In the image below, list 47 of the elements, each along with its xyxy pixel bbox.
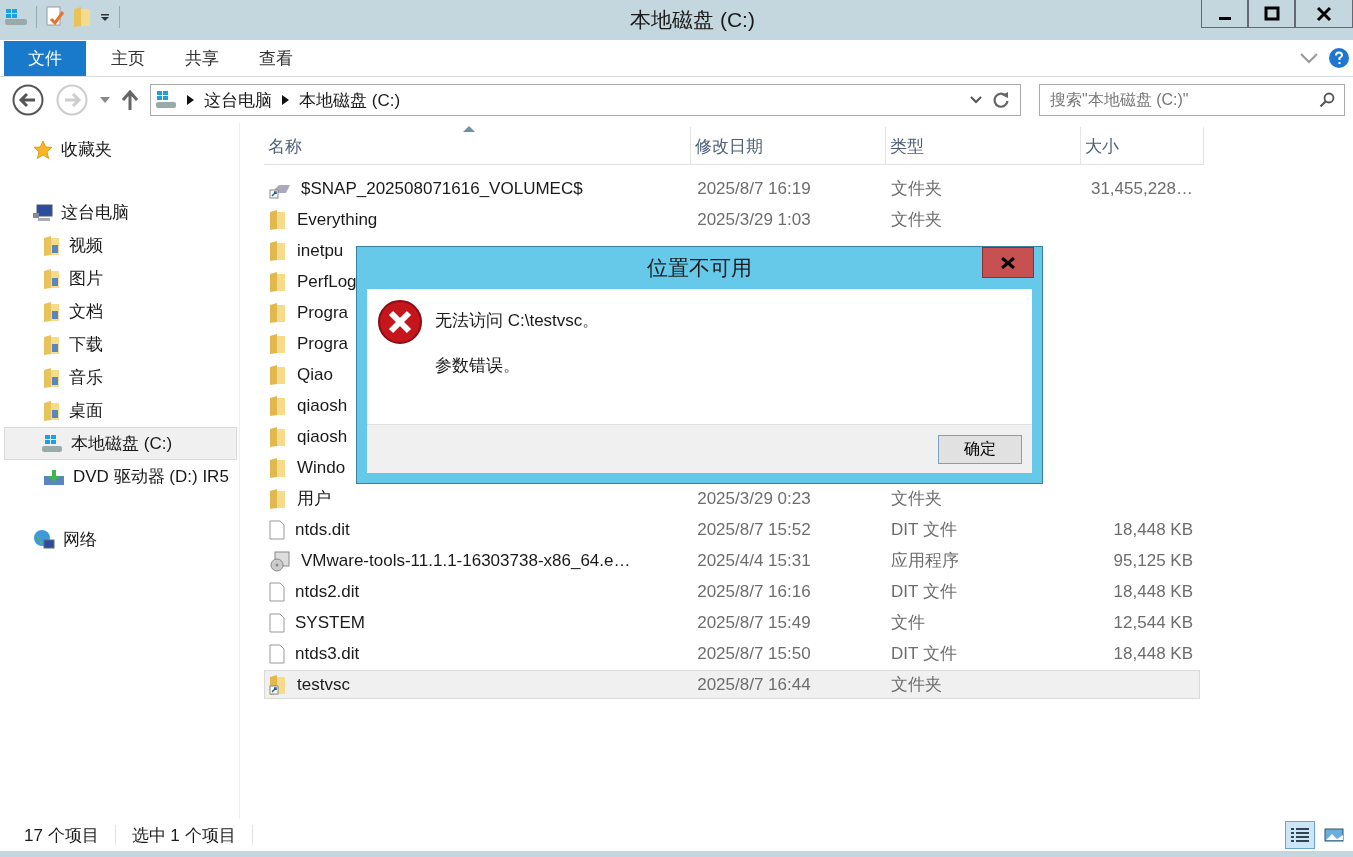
file-size: 18,448 KB xyxy=(1113,519,1193,540)
modified-date: 2025/3/29 1:03 xyxy=(697,209,811,230)
file-type: 文件夹 xyxy=(890,178,942,200)
file-name: $SNAP_202508071616_VOLUMEC$ xyxy=(301,178,583,199)
file-name: ntds2.dit xyxy=(295,581,360,602)
file-type: 文件夹 xyxy=(890,674,942,696)
modified-date: 2025/8/7 15:49 xyxy=(697,612,811,633)
modified-date: 2025/4/4 15:31 xyxy=(697,550,811,571)
file-name: testvsc xyxy=(297,674,350,695)
modified-date: 2025/8/7 15:52 xyxy=(697,519,811,540)
modified-date: 2025/8/7 15:50 xyxy=(697,643,811,664)
window-title: 本地磁盘 (C:) xyxy=(629,7,756,33)
file-name: PerfLog xyxy=(297,271,357,292)
file-name: Progra xyxy=(297,302,349,323)
error-message: 无法访问 C:\testvsc。 xyxy=(435,310,600,332)
file-name: ntds.dit xyxy=(295,519,350,540)
file-size: 12,544 KB xyxy=(1113,612,1193,633)
modified-date: 2025/8/7 16:44 xyxy=(697,674,811,695)
file-size: 18,448 KB xyxy=(1113,581,1193,602)
file-type: 文件夹 xyxy=(890,209,942,231)
file-type: 文件 xyxy=(890,612,925,634)
error-detail: 参数错误。 xyxy=(435,355,521,377)
file-name: inetpu xyxy=(297,240,344,261)
file-type: DIT 文件 xyxy=(890,519,957,541)
modified-date: 2025/8/7 16:16 xyxy=(697,581,811,602)
file-size: 31,455,228… xyxy=(1090,178,1193,199)
file-name: Qiao xyxy=(297,364,333,385)
file-type: 应用程序 xyxy=(890,550,959,572)
item-count: 17 个项目 xyxy=(24,824,99,847)
file-name: Everything xyxy=(297,209,378,230)
file-name: ntds3.dit xyxy=(295,643,360,664)
file-name: VMware-tools-11.1.1-16303738-x86_64.e… xyxy=(301,550,631,571)
file-type: DIT 文件 xyxy=(890,643,957,665)
file-size: 95,125 KB xyxy=(1113,550,1193,571)
dialog-title: 位置不可用 xyxy=(647,255,752,281)
file-name: qiaosh xyxy=(297,395,348,416)
file-size: 18,448 KB xyxy=(1113,643,1193,664)
file-name: qiaosh xyxy=(297,426,348,447)
file-name: Windo xyxy=(297,457,346,478)
modified-date: 2025/3/29 0:23 xyxy=(697,488,811,509)
file-name: 用户 xyxy=(297,488,331,510)
file-type: DIT 文件 xyxy=(890,581,957,603)
file-type: 文件夹 xyxy=(890,488,942,510)
file-name: SYSTEM xyxy=(295,612,365,633)
modified-date: 2025/8/7 16:19 xyxy=(697,178,811,199)
file-name: Progra xyxy=(297,333,349,354)
selection-count: 选中 1 个项目 xyxy=(131,824,236,847)
